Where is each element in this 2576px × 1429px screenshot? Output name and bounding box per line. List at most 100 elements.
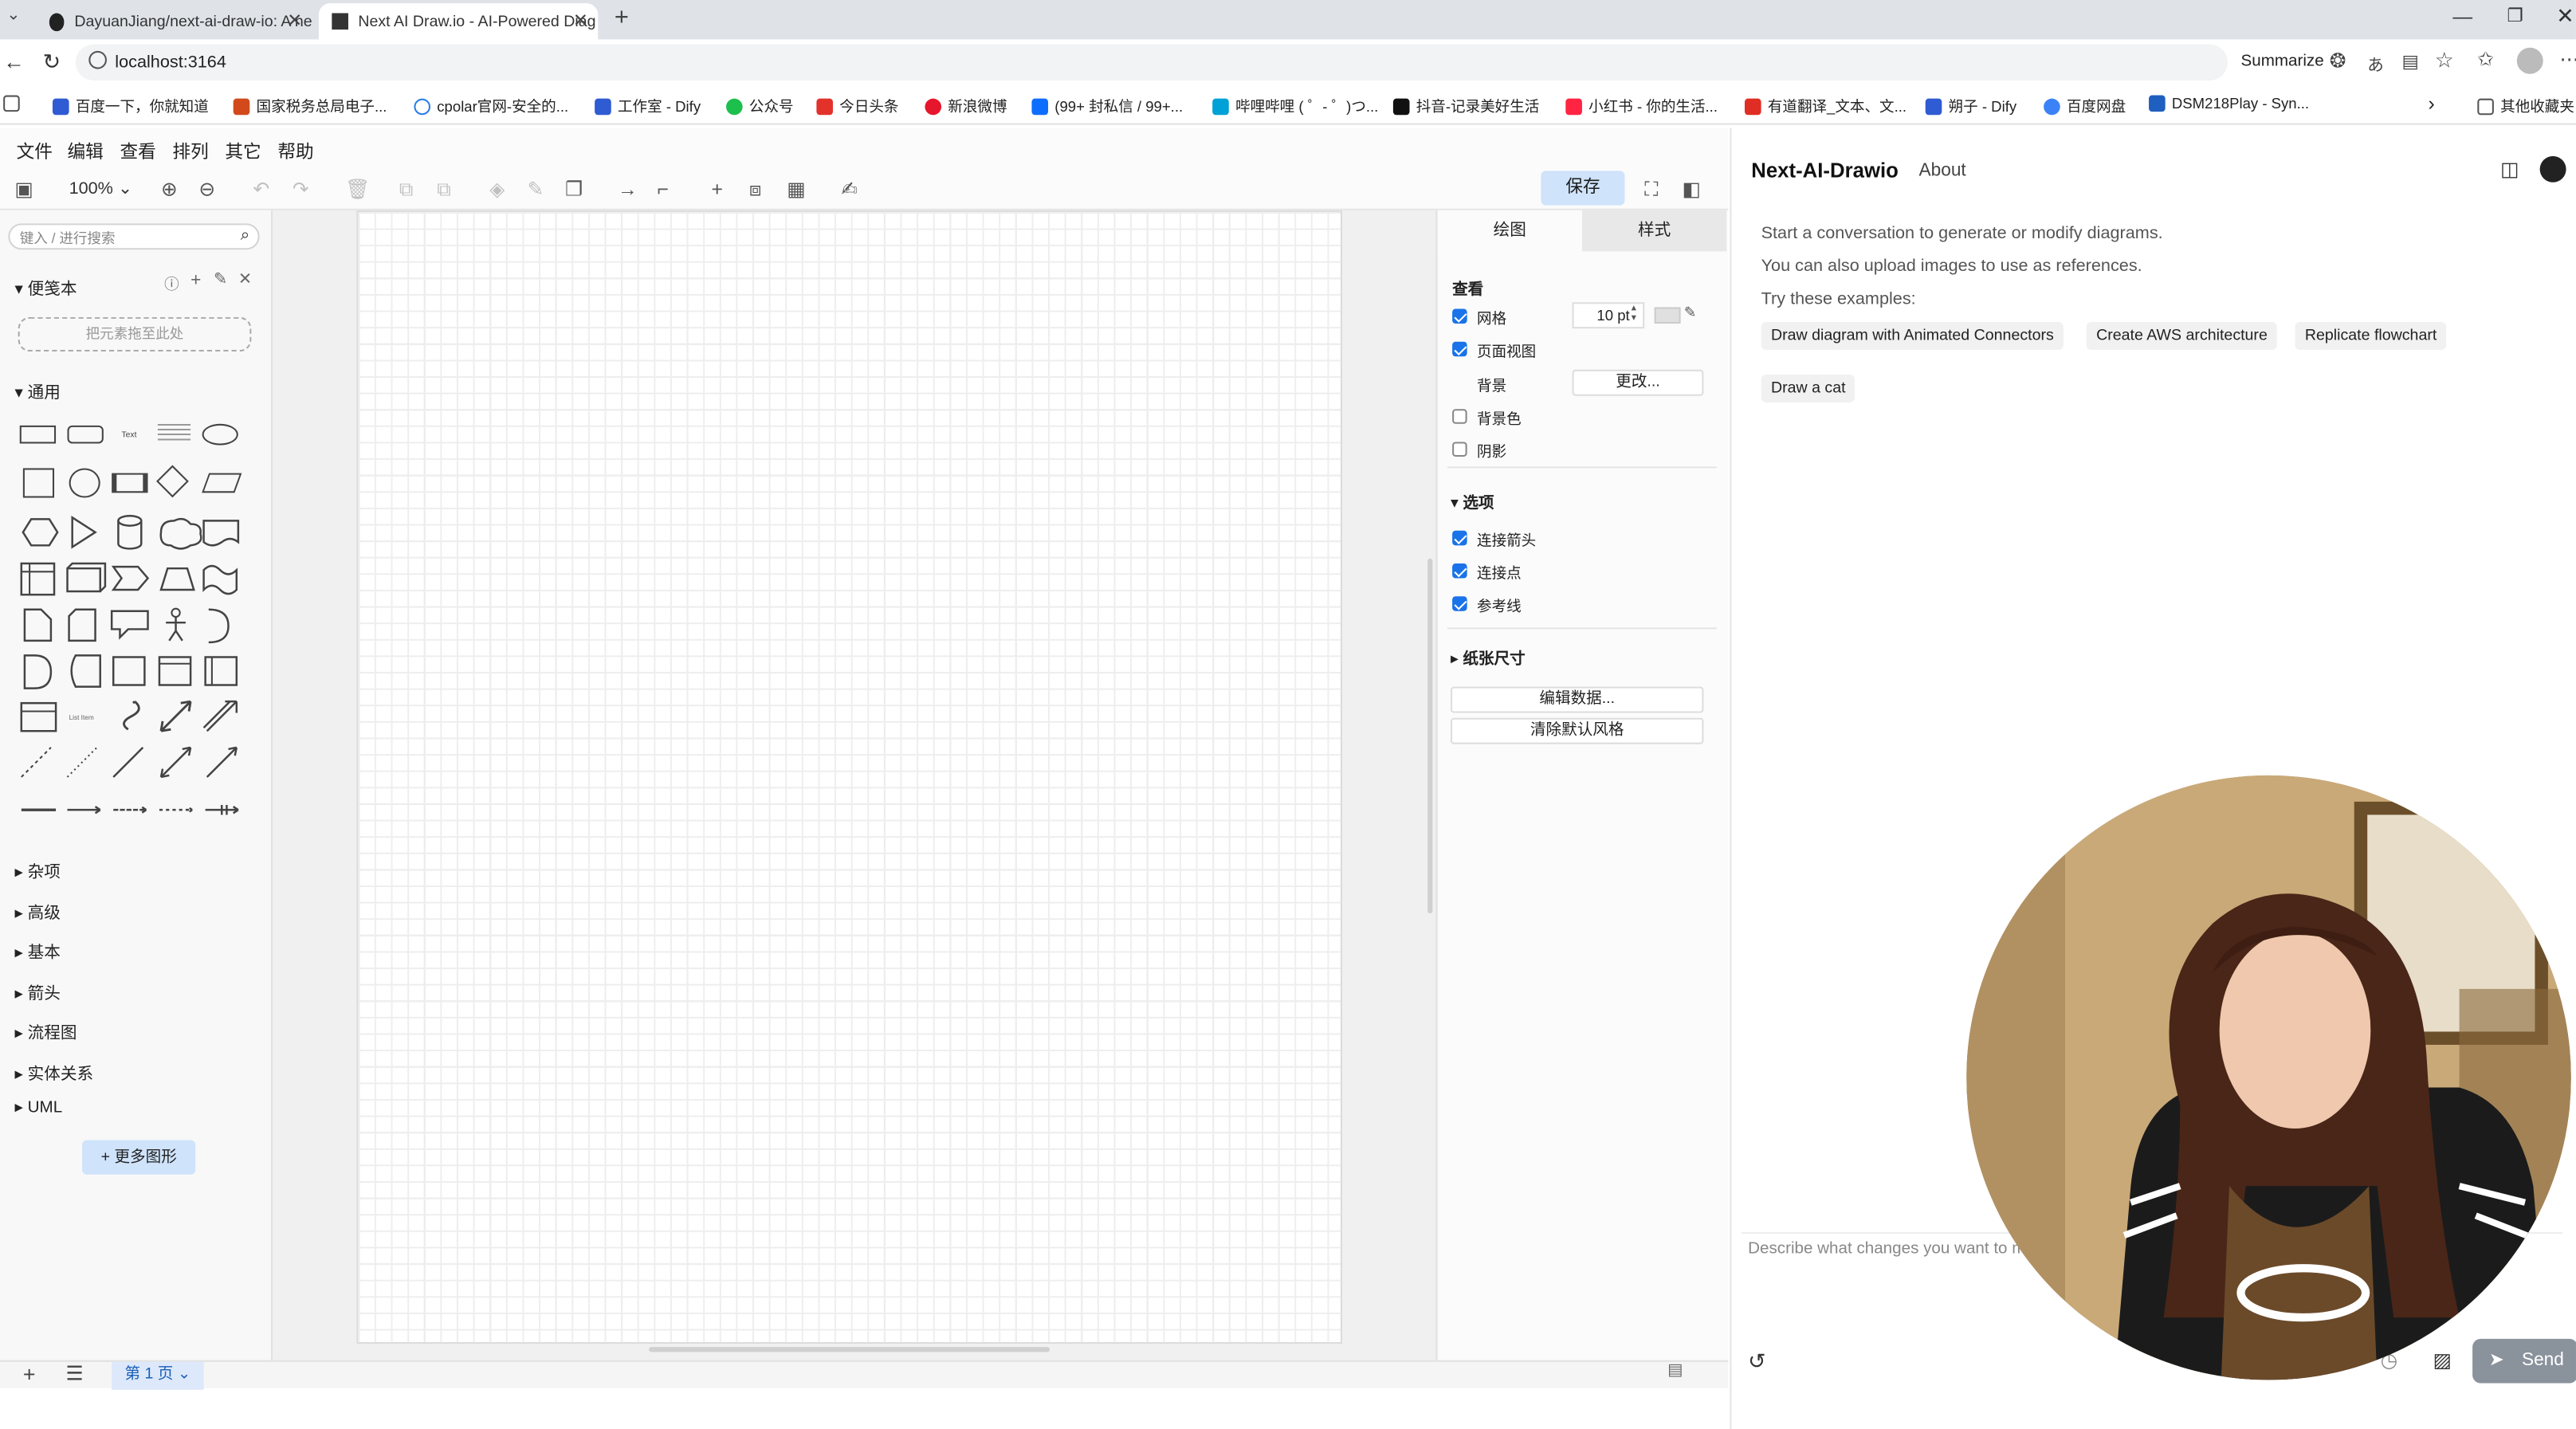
- minimize-icon[interactable]: —: [2452, 5, 2472, 28]
- waypoints-icon[interactable]: ⌐: [657, 178, 668, 201]
- menu-extras[interactable]: 其它: [225, 138, 261, 164]
- menu-file[interactable]: 文件: [17, 138, 53, 164]
- bookmark-item[interactable]: (99+ 封私信 / 99+...: [1031, 96, 1183, 117]
- rounded-rectangle-shape[interactable]: [67, 425, 104, 444]
- favorites-icon[interactable]: ✩: [2477, 48, 2494, 71]
- bookmark-item[interactable]: 抖音-记录美好生活: [1392, 96, 1539, 117]
- sidebar-toggle-icon[interactable]: [3, 95, 20, 112]
- bookmark-item[interactable]: 新浪微博: [925, 96, 1007, 117]
- bookmark-item[interactable]: 公众号: [726, 96, 794, 117]
- profile-avatar[interactable]: [2516, 47, 2543, 74]
- shadow-icon[interactable]: ❐: [565, 178, 583, 201]
- omnibox[interactable]: localhost:3164: [75, 44, 2228, 80]
- site-info-icon[interactable]: [88, 50, 107, 69]
- url-text[interactable]: localhost:3164: [115, 53, 226, 73]
- scratchpad-header[interactable]: ▾ 便笺本: [15, 274, 77, 299]
- freehand-icon[interactable]: ✍: [841, 178, 858, 201]
- example-aws-architecture-button[interactable]: Create AWS architecture: [2086, 321, 2278, 351]
- tab-style[interactable]: 样式: [1581, 210, 1727, 252]
- shape-row-9[interactable]: [17, 799, 247, 822]
- menu-arrange[interactable]: 排列: [172, 138, 208, 164]
- background-color-checkbox[interactable]: [1452, 409, 1467, 424]
- shape-row-3[interactable]: [17, 512, 247, 552]
- delete-icon[interactable]: 🗑: [345, 178, 370, 201]
- menu-edit[interactable]: 编辑: [68, 138, 104, 164]
- help-icon[interactable]: ⓘ: [164, 273, 179, 294]
- zoom-in-icon[interactable]: ⊕: [161, 178, 178, 201]
- shape-row-4[interactable]: [17, 559, 247, 598]
- zoom-dropdown[interactable]: 100% ⌄: [69, 179, 133, 199]
- pages-menu-icon[interactable]: ☰: [65, 1362, 83, 1385]
- example-draw-cat-button[interactable]: Draw a cat: [1761, 374, 1855, 402]
- connection-points-checkbox[interactable]: [1452, 563, 1467, 579]
- grid-color-swatch[interactable]: [1654, 307, 1681, 324]
- copilot-icon[interactable]: ❂: [2330, 49, 2346, 73]
- connection-icon[interactable]: →: [618, 178, 638, 201]
- bookmark-item[interactable]: 国家税务总局电子...: [233, 96, 387, 117]
- bookmark-item[interactable]: 朔子 - Dify: [1925, 96, 2016, 117]
- window-close-icon[interactable]: ✕: [2556, 3, 2574, 29]
- about-link[interactable]: About: [1918, 161, 1965, 181]
- reset-chat-icon[interactable]: ↺: [1748, 1349, 1765, 1375]
- options-section-header[interactable]: ▾ 选项: [1451, 489, 1494, 512]
- to-back-icon[interactable]: ⧉: [437, 178, 451, 202]
- section-arrows[interactable]: ▸ 箭头: [15, 979, 61, 1004]
- bookmarks-overflow-chevron-icon[interactable]: ›: [2428, 92, 2434, 115]
- send-button[interactable]: ➤ Send: [2472, 1338, 2576, 1384]
- undo-icon[interactable]: ↶: [253, 178, 269, 201]
- insert-icon[interactable]: +: [711, 178, 722, 201]
- tab-diagram[interactable]: 绘图: [1437, 210, 1582, 252]
- zoom-out-icon[interactable]: ⊖: [198, 178, 215, 201]
- section-flowchart[interactable]: ▸ 流程图: [15, 1019, 77, 1043]
- fullscreen-icon[interactable]: ⛶: [1644, 178, 1658, 202]
- bookmark-item[interactable]: 今日头条: [816, 96, 899, 117]
- page-view-checkbox[interactable]: [1452, 341, 1467, 357]
- square-shape[interactable]: [22, 468, 55, 498]
- grid-checkbox[interactable]: [1452, 308, 1467, 324]
- table-icon[interactable]: ▦: [787, 178, 805, 201]
- restore-icon[interactable]: ❐: [2507, 5, 2523, 26]
- bookmark-item[interactable]: 百度网盘: [2044, 96, 2126, 117]
- tab-next-ai-drawio[interactable]: Next AI Draw.io - AI-Powered Diag ✕: [318, 3, 599, 40]
- collapse-panel-icon[interactable]: ◫: [2500, 158, 2519, 181]
- bookmark-item[interactable]: 小红书 - 你的生活...: [1565, 96, 1718, 117]
- rectangle-shape[interactable]: [19, 425, 57, 444]
- process-shape[interactable]: [112, 473, 148, 493]
- save-button[interactable]: 保存: [1541, 171, 1625, 206]
- scratchpad-drop-area[interactable]: 把元素拖至此处: [18, 316, 252, 352]
- github-icon[interactable]: [2539, 155, 2566, 183]
- bookmark-item[interactable]: 工作室 - Dify: [595, 96, 701, 117]
- search-icon[interactable]: ⌕: [241, 226, 250, 245]
- close-icon[interactable]: ✕: [238, 271, 252, 289]
- diamond-shape[interactable]: [156, 465, 189, 498]
- parallelogram-shape[interactable]: [202, 473, 242, 493]
- menu-view[interactable]: 查看: [120, 138, 155, 164]
- section-misc[interactable]: ▸ 杂项: [15, 858, 61, 882]
- textbox-shape[interactable]: [157, 423, 191, 444]
- other-bookmarks-folder[interactable]: 其他收藏夹: [2477, 96, 2574, 117]
- paper-size-section-header[interactable]: ▸ 纸张尺寸: [1451, 646, 1526, 669]
- example-animated-connectors-button[interactable]: Draw diagram with Animated Connectors: [1761, 321, 2064, 351]
- change-background-button[interactable]: 更改...: [1572, 369, 1704, 396]
- bookmark-item[interactable]: 哔哩哔哩 ( ゜- ゜)つ...: [1212, 96, 1378, 117]
- section-basic[interactable]: ▸ 基本: [15, 938, 61, 963]
- shape-row-5[interactable]: [17, 605, 247, 644]
- guides-checkbox[interactable]: [1452, 596, 1467, 611]
- shape-row-6[interactable]: [17, 650, 247, 689]
- section-entity-relation[interactable]: ▸ 实体关系: [15, 1059, 94, 1085]
- reading-mode-icon[interactable]: ▤: [2401, 51, 2418, 73]
- add-icon[interactable]: +: [190, 271, 201, 291]
- example-replicate-flowchart-button[interactable]: Replicate flowchart: [2295, 321, 2447, 351]
- connection-arrows-checkbox[interactable]: [1452, 530, 1467, 546]
- new-tab-icon[interactable]: +: [615, 3, 629, 31]
- translate-icon[interactable]: あ: [2367, 51, 2384, 76]
- line-color-icon[interactable]: ✎: [528, 178, 544, 201]
- section-advanced[interactable]: ▸ 高级: [15, 898, 61, 924]
- summarize-button[interactable]: Summarize: [2240, 53, 2323, 71]
- bookmark-item[interactable]: 有道翻译_文本、文...: [1744, 96, 1906, 117]
- redo-icon[interactable]: ↷: [293, 178, 309, 201]
- shape-row-8[interactable]: [17, 743, 247, 782]
- clear-default-style-button[interactable]: 清除默认风格: [1451, 717, 1704, 744]
- edit-grid-color-icon[interactable]: ✎: [1684, 304, 1697, 322]
- shape-search-input[interactable]: 键入 / 进行搜索 ⌕: [8, 223, 260, 250]
